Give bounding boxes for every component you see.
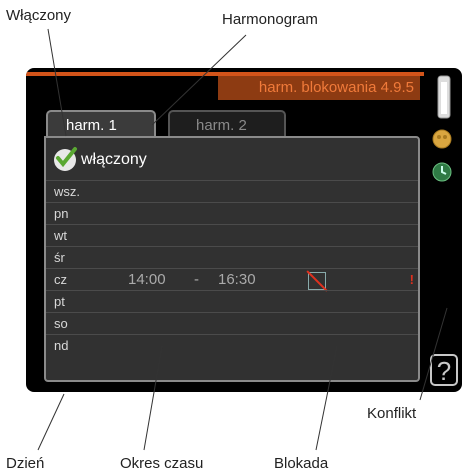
schedule-panel: włączony wsz. pn wt śr cz 14:00 - 16:30 … bbox=[44, 136, 420, 382]
conflict-icon: ! bbox=[409, 272, 414, 287]
day-label: wsz. bbox=[54, 184, 80, 199]
thermometer-icon bbox=[437, 75, 451, 119]
start-time[interactable]: 14:00 bbox=[128, 269, 166, 291]
day-row-all[interactable]: wsz. bbox=[46, 180, 418, 203]
clock-icon bbox=[432, 162, 452, 182]
day-row-wed[interactable]: śr bbox=[46, 246, 418, 269]
checkmark-icon bbox=[54, 147, 77, 171]
callout-conflict: Konflikt bbox=[367, 405, 417, 422]
day-label: śr bbox=[54, 250, 65, 265]
day-label: nd bbox=[54, 338, 69, 353]
day-row-sat[interactable]: so bbox=[46, 312, 418, 335]
callout-day: Dzień bbox=[6, 455, 45, 472]
callout-schedule: Harmonogram bbox=[222, 11, 318, 28]
block-icon[interactable] bbox=[306, 270, 328, 292]
day-row-thu[interactable]: cz 14:00 - 16:30 ! bbox=[46, 268, 418, 292]
help-button[interactable]: ? bbox=[430, 354, 458, 386]
tab-schedule-1[interactable]: harm. 1 bbox=[46, 110, 156, 138]
enabled-label: włączony bbox=[81, 151, 147, 168]
day-row-tue[interactable]: wt bbox=[46, 224, 418, 247]
tab-schedule-2[interactable]: harm. 2 bbox=[168, 110, 286, 138]
callout-period: Okres czasu bbox=[120, 455, 204, 472]
end-time[interactable]: 16:30 bbox=[218, 269, 256, 291]
enabled-toggle[interactable]: włączony bbox=[54, 147, 147, 172]
day-label: so bbox=[54, 316, 68, 331]
day-label: cz bbox=[54, 272, 67, 287]
menu-title: harm. blokowania 4.9.5 bbox=[218, 76, 420, 100]
day-label: wt bbox=[54, 228, 67, 243]
day-row-mon[interactable]: pn bbox=[46, 202, 418, 225]
sun-icon bbox=[432, 129, 452, 149]
day-row-sun[interactable]: nd bbox=[46, 334, 418, 357]
callout-block: Blokada bbox=[274, 455, 329, 472]
controller-screen: harm. blokowania 4.9.5 harm. 1 harm. 2 w… bbox=[26, 68, 462, 392]
day-row-fri[interactable]: pt bbox=[46, 290, 418, 313]
day-label: pn bbox=[54, 206, 69, 221]
callout-enabled: Włączony bbox=[6, 7, 72, 24]
day-label: pt bbox=[54, 294, 65, 309]
time-separator: - bbox=[194, 271, 199, 288]
